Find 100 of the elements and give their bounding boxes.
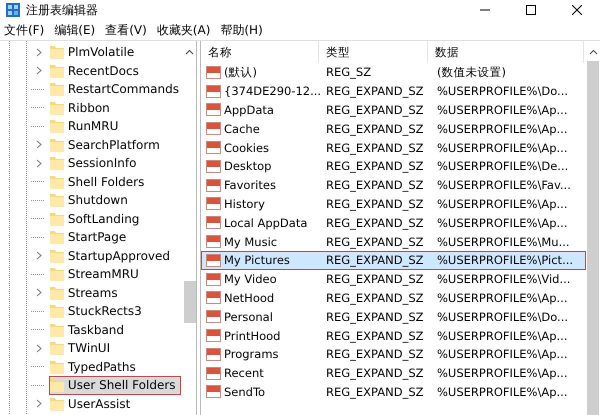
string-value-icon — [206, 291, 221, 304]
expand-chevron-icon[interactable] — [36, 48, 42, 57]
expand-chevron-icon[interactable] — [36, 288, 42, 298]
string-value-icon — [206, 366, 221, 380]
folder-icon — [50, 138, 64, 152]
folder-icon — [50, 82, 64, 96]
value-row[interactable]: Recent REG_EXPAND_SZ %USERPROFILE%\Ap... — [201, 364, 586, 383]
string-value-icon — [206, 310, 221, 324]
menu-item[interactable]: 文件(F) — [4, 22, 44, 38]
value-row[interactable]: NetHood REG_EXPAND_SZ %USERPROFILE%\Ap... — [201, 288, 586, 308]
folder-icon — [50, 396, 64, 411]
folder-icon — [50, 156, 64, 170]
folder-icon — [50, 267, 64, 282]
string-value-icon — [206, 66, 221, 79]
string-value-icon — [206, 385, 221, 398]
scrollbar-thumb[interactable] — [184, 281, 196, 323]
column-header[interactable]: 类型 — [319, 41, 428, 63]
value-row[interactable]: My Video REG_EXPAND_SZ %USERPROFILE%\Vid... — [201, 270, 586, 289]
tree-item[interactable]: StuckRects3 — [48, 302, 147, 321]
tree-item[interactable]: SearchPlatform — [48, 135, 165, 154]
tree-item[interactable]: StreamMRU — [48, 264, 144, 284]
folder-icon — [50, 322, 64, 337]
value-row[interactable]: Desktop REG_EXPAND_SZ %USERPROFILE%\De... — [201, 156, 586, 176]
tree-item[interactable]: User Shell Folders — [48, 376, 181, 395]
tree-item[interactable]: UserAssist — [48, 394, 136, 414]
folder-icon — [50, 193, 64, 208]
string-value-icon — [206, 348, 221, 361]
column-header[interactable]: 数据 — [428, 41, 584, 63]
tree-item[interactable]: Streams — [48, 283, 123, 302]
close-icon — [572, 5, 582, 15]
menu-item[interactable]: 查看(V) — [105, 22, 147, 38]
expand-chevron-icon[interactable] — [36, 66, 42, 76]
value-row[interactable]: Programs REG_EXPAND_SZ %USERPROFILE%\Ap... — [201, 344, 586, 364]
menu-item[interactable]: 编辑(E) — [54, 22, 96, 38]
expand-chevron-icon[interactable] — [36, 399, 42, 408]
tree-item[interactable]: RunMRU — [48, 116, 124, 136]
maximize-icon — [526, 5, 536, 15]
string-value-icon — [206, 254, 221, 267]
folder-icon — [50, 119, 64, 134]
string-value-icon — [206, 84, 221, 98]
registry-editor-icon — [6, 3, 20, 17]
scrollbar-thumb[interactable] — [587, 61, 599, 415]
folder-icon — [50, 304, 64, 318]
folder-icon — [50, 341, 64, 356]
string-value-icon — [206, 122, 221, 136]
value-row[interactable]: Personal REG_EXPAND_SZ %USERPROFILE%\Do... — [201, 307, 586, 326]
tree-item[interactable]: Shutdown — [48, 190, 133, 210]
menu-item[interactable]: 收藏夹(A) — [156, 22, 210, 38]
tree-item[interactable]: StartPage — [48, 228, 132, 247]
folder-icon — [50, 360, 64, 374]
tree-item[interactable]: Ribbon — [48, 98, 115, 118]
scroll-up-icon[interactable] — [588, 49, 598, 55]
folder-icon — [50, 378, 64, 392]
value-row[interactable]: AppData REG_EXPAND_SZ %USERPROFILE%\Ap... — [201, 100, 586, 120]
value-row[interactable]: Favorites REG_EXPAND_SZ %USERPROFILE%\Fav... — [201, 176, 586, 195]
string-value-icon — [206, 216, 221, 230]
value-row[interactable]: SendTo REG_EXPAND_SZ %USERPROFILE%\Ap... — [201, 382, 586, 402]
column-header[interactable]: 名称 — [201, 41, 319, 63]
folder-icon — [50, 45, 64, 60]
tree-item[interactable]: SoftLanding — [48, 209, 144, 228]
tree-item[interactable]: TypedPaths — [48, 357, 141, 376]
tree-item[interactable]: StartupApproved — [48, 246, 176, 266]
string-value-icon — [206, 141, 221, 154]
tree-item[interactable]: SessionInfo — [48, 154, 142, 173]
value-row[interactable]: {374DE290-12... REG_EXPAND_SZ %USERPROFILE%\Do... — [201, 82, 586, 101]
tree-item[interactable]: TWinUI — [48, 338, 116, 358]
tree-item[interactable]: Taskband — [48, 320, 130, 340]
scroll-up-icon[interactable] — [185, 49, 194, 55]
tree-item[interactable]: RecentDocs — [48, 61, 144, 80]
value-row[interactable]: Cookies REG_EXPAND_SZ %USERPROFILE%\Ap... — [201, 138, 586, 157]
value-row[interactable]: My Pictures REG_EXPAND_SZ %USERPROFILE%\Pict... — [201, 250, 586, 270]
expand-chevron-icon[interactable] — [36, 251, 42, 260]
folder-icon — [50, 100, 64, 115]
value-row[interactable]: Local AppData REG_EXPAND_SZ %USERPROFILE%\Ap... — [201, 213, 586, 232]
string-value-icon — [206, 329, 221, 342]
folder-icon — [50, 174, 64, 189]
folder-icon — [50, 230, 64, 244]
folder-icon — [50, 286, 64, 300]
expand-chevron-icon[interactable] — [36, 344, 42, 353]
value-row[interactable]: History REG_EXPAND_SZ %USERPROFILE%\Ap... — [201, 194, 586, 214]
value-row[interactable]: My Music REG_EXPAND_SZ %USERPROFILE%\Mu... — [201, 232, 586, 251]
string-value-icon — [206, 197, 221, 210]
string-value-icon — [206, 160, 221, 173]
window-title: 注册表编辑器 — [26, 2, 98, 18]
expand-chevron-icon[interactable] — [36, 140, 42, 150]
string-value-icon — [206, 235, 221, 248]
menu-item[interactable]: 帮助(H) — [220, 22, 263, 38]
tree-item[interactable]: PlmVolatile — [48, 42, 140, 62]
folder-icon — [50, 212, 64, 226]
value-row[interactable]: (默认) REG_SZ (数值未设置) — [201, 63, 586, 82]
tree-item[interactable]: Shell Folders — [48, 172, 150, 192]
value-row[interactable]: Cache REG_EXPAND_SZ %USERPROFILE%\Ap... — [201, 119, 586, 138]
string-value-icon — [206, 272, 221, 286]
value-row[interactable]: PrintHood REG_EXPAND_SZ %USERPROFILE%\Ap... — [201, 326, 586, 345]
folder-icon — [50, 64, 64, 78]
expand-chevron-icon[interactable] — [36, 158, 42, 168]
tree-item[interactable]: RestartCommands — [48, 80, 184, 99]
folder-icon — [50, 248, 64, 263]
string-value-icon — [206, 178, 221, 192]
string-value-icon — [206, 103, 221, 116]
